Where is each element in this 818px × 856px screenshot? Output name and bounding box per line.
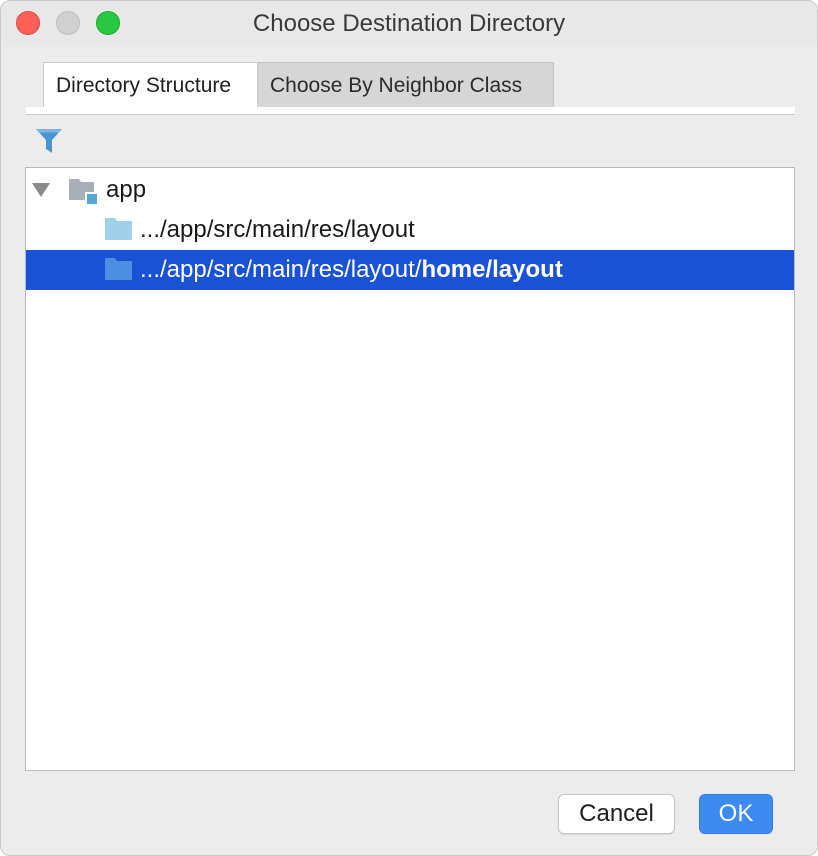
folder-icon [104, 217, 134, 241]
path-suffix-highlight: home/layout [421, 256, 563, 283]
title-bar: Choose Destination Directory [1, 1, 817, 47]
ok-button[interactable]: OK [699, 794, 773, 834]
path-prefix: .../app/src/main/res/layout/ [140, 256, 422, 283]
filter-icon [36, 129, 62, 153]
filter-button[interactable] [34, 127, 64, 155]
cancel-button[interactable]: Cancel [558, 794, 675, 834]
expand-arrow-icon[interactable] [32, 183, 50, 197]
tree-row-app[interactable]: app [26, 170, 794, 210]
tab-bar: Directory Structure Choose By Neighbor C… [43, 62, 554, 108]
tree-row-layout[interactable]: .../app/src/main/res/layout [26, 210, 794, 250]
tree-root-label: app [106, 176, 147, 203]
module-folder-icon [68, 178, 98, 204]
dialog-window: Choose Destination Directory Directory S… [0, 0, 818, 856]
tree-row-home-layout[interactable]: .../app/src/main/res/layout/home/layout [26, 250, 794, 290]
folder-icon [104, 257, 134, 281]
tab-choose-by-neighbor-class[interactable]: Choose By Neighbor Class [258, 62, 554, 108]
window-title: Choose Destination Directory [252, 10, 566, 37]
tab-directory-structure[interactable]: Directory Structure [43, 62, 258, 108]
tree-item-label: .../app/src/main/res/layout/home/layout [140, 256, 563, 284]
path-prefix: .../app/src/main/res/layout [140, 216, 415, 243]
directory-tree[interactable]: app .../app/src/main/res/layout .../app/… [25, 167, 795, 771]
tab-content-divider [26, 107, 795, 115]
tree-item-label: .../app/src/main/res/layout [140, 216, 415, 244]
